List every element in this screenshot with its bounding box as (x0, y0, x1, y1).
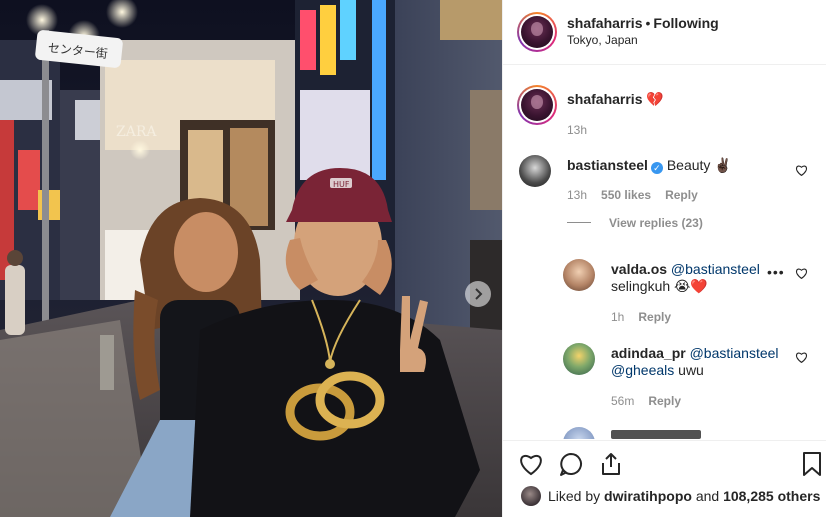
commenter-username[interactable]: bastiansteel (567, 157, 648, 173)
header-separator: • (645, 15, 651, 31)
replies-divider (567, 222, 591, 223)
reply-time: 56m (611, 394, 635, 408)
caption-avatar[interactable] (517, 85, 557, 125)
caption-text: 💔 (646, 91, 664, 107)
reply-meta: 56m Reply (611, 394, 681, 408)
liked-by-summary: Liked by dwiratihpopo and 108,285 others (521, 484, 821, 508)
like-reply-heart-icon[interactable] (795, 267, 808, 280)
liked-by-prefix: Liked by (548, 488, 601, 504)
view-replies-button[interactable]: View replies (23) (609, 216, 703, 230)
post-location[interactable]: Tokyo, Japan (567, 33, 638, 47)
reply-header-line: valda.os @bastiansteel (611, 261, 760, 277)
reply-mention[interactable]: @bastiansteel (690, 345, 779, 361)
hat-logo-text: HUF (333, 180, 350, 189)
caption-username[interactable]: shafaharris (567, 91, 642, 107)
following-button[interactable]: Following (653, 15, 718, 31)
liked-by-count[interactable]: 108,285 others (723, 488, 820, 504)
verified-badge-icon: ✓ (650, 162, 663, 174)
reply-mention-second[interactable]: @gheeals (611, 362, 674, 378)
comment-likes-count[interactable]: 550 likes (601, 188, 651, 202)
reply-header-partial (611, 430, 701, 439)
liked-by-text: Liked by dwiratihpopo and 108,285 others (548, 488, 820, 504)
street-scene-illustration: センター街 ZARA HUF (0, 0, 502, 517)
post-side-panel: shafaharris • Following Tokyo, Japan shafa… (502, 0, 826, 517)
reply-reply-button[interactable]: Reply (638, 310, 671, 324)
caption-text-line: shafaharris 💔 (567, 91, 664, 108)
more-options-icon[interactable]: ••• (767, 264, 785, 280)
store-sign-text: ZARA (116, 124, 157, 140)
comment-time: 13h (567, 188, 588, 202)
liker-avatar[interactable] (521, 486, 541, 506)
comment-bubble-icon[interactable] (558, 451, 584, 477)
reply-mention[interactable]: @bastiansteel (671, 261, 760, 277)
comment-text: Beauty ✌🏿 (666, 157, 732, 173)
comment-text-line: bastiansteel ✓ Beauty ✌🏿 (567, 157, 732, 174)
save-bookmark-icon[interactable] (799, 451, 825, 477)
reply-avatar[interactable] (563, 259, 595, 291)
reply-avatar[interactable] (563, 343, 595, 375)
reply-username[interactable]: adindaa_pr (611, 345, 686, 361)
reply-text: selingkuh 😭❤️ (611, 278, 708, 294)
liked-by-conjunction: and (695, 488, 720, 504)
like-reply-heart-icon[interactable] (795, 351, 808, 364)
share-icon[interactable] (598, 451, 624, 477)
post-actions-bar (503, 440, 826, 480)
reply-text: uwu (678, 362, 704, 378)
reply-meta: 1h Reply (611, 310, 671, 324)
like-heart-icon[interactable] (518, 451, 544, 477)
reply-text-line: @gheeals uwu (611, 362, 704, 378)
commenter-avatar[interactable] (519, 155, 551, 187)
reply-time: 1h (611, 310, 625, 324)
liked-by-user[interactable]: dwiratihpopo (604, 488, 692, 504)
comment-reply-button[interactable]: Reply (665, 188, 698, 202)
author-line: shafaharris • Following (567, 15, 719, 31)
like-comment-heart-icon[interactable] (795, 164, 808, 177)
chevron-right-icon (475, 288, 483, 300)
author-avatar[interactable] (517, 12, 557, 52)
comment-meta: 13h 550 likes Reply (567, 188, 698, 202)
comments-list[interactable]: shafaharris 💔 13h bastiansteel ✓ Beauty ✌… (503, 66, 826, 439)
author-username[interactable]: shafaharris (567, 15, 642, 31)
post-photo[interactable]: センター街 ZARA HUF (0, 0, 502, 517)
reply-avatar-partial[interactable] (563, 427, 595, 439)
reply-header-line: adindaa_pr @bastiansteel (611, 345, 779, 361)
reply-reply-button[interactable]: Reply (648, 394, 681, 408)
caption-time: 13h (567, 123, 588, 137)
post-header: shafaharris • Following Tokyo, Japan (503, 0, 826, 65)
reply-username[interactable]: valda.os (611, 261, 667, 277)
next-photo-button[interactable] (465, 281, 491, 307)
